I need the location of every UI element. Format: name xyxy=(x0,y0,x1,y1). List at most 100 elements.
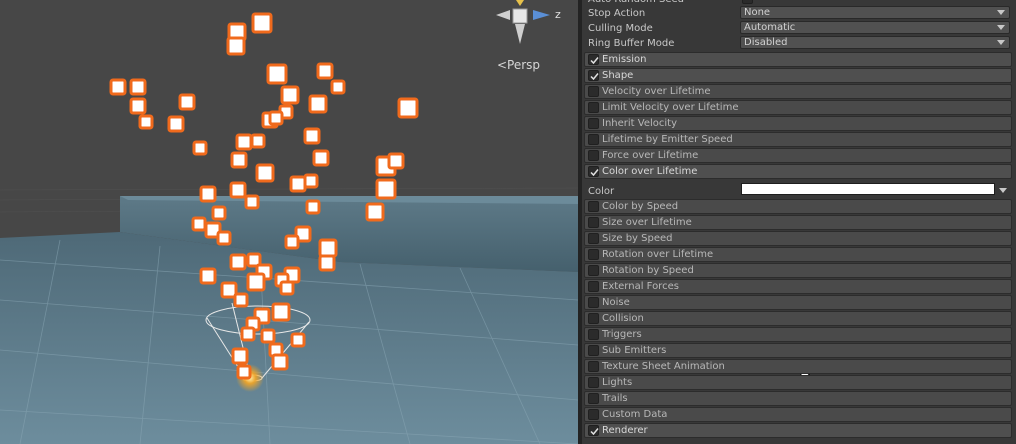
property-checkbox[interactable]: ✓ xyxy=(742,0,753,4)
module-rotation-by-speed[interactable]: Rotation by Speed xyxy=(584,263,1012,278)
module-toggle-checkbox[interactable] xyxy=(588,166,599,177)
dropdown-arrow-icon xyxy=(997,25,1005,30)
particle xyxy=(199,185,217,203)
module-toggle-checkbox[interactable] xyxy=(588,54,599,65)
scene-view[interactable]: z <Persp xyxy=(0,0,578,444)
property-row: Ring Buffer Mode Disabled xyxy=(582,36,1016,51)
gizmo-axis-label: z xyxy=(555,8,561,21)
particle xyxy=(167,115,185,133)
module-toggle-checkbox[interactable] xyxy=(588,118,599,129)
property-row: Stop Action None xyxy=(582,6,1016,21)
module-toggle-checkbox[interactable] xyxy=(588,425,599,436)
particle xyxy=(271,353,289,371)
particle xyxy=(246,272,266,292)
dropdown-arrow-icon[interactable] xyxy=(999,188,1007,193)
module-color-over-lifetime[interactable]: Color over Lifetime xyxy=(584,164,1012,179)
module-collision[interactable]: Collision xyxy=(584,311,1012,326)
module-toggle-checkbox[interactable] xyxy=(588,150,599,161)
particle xyxy=(138,114,154,130)
module-toggle-checkbox[interactable] xyxy=(588,329,599,340)
module-toggle-checkbox[interactable] xyxy=(588,86,599,97)
module-triggers[interactable]: Triggers xyxy=(584,327,1012,342)
color-gradient-swatch[interactable] xyxy=(741,183,995,195)
particle xyxy=(216,230,232,246)
projection-toggle[interactable]: <Persp xyxy=(497,58,540,72)
module-toggle-checkbox[interactable] xyxy=(588,201,599,212)
module-label: Texture Sheet Animation xyxy=(602,361,725,372)
particle xyxy=(318,254,336,272)
particle xyxy=(178,93,196,111)
module-toggle-checkbox[interactable] xyxy=(588,217,599,228)
property-dropdown[interactable]: None xyxy=(740,6,1010,19)
module-toggle-checkbox[interactable] xyxy=(588,297,599,308)
module-shape[interactable]: Shape xyxy=(584,68,1012,83)
module-toggle-checkbox[interactable] xyxy=(588,345,599,356)
module-label: Triggers xyxy=(602,329,642,340)
module-toggle-checkbox[interactable] xyxy=(588,249,599,260)
module-lifetime-by-emitter-speed[interactable]: Lifetime by Emitter Speed xyxy=(584,132,1012,147)
particle xyxy=(308,94,328,114)
module-velocity-over-lifetime[interactable]: Velocity over Lifetime xyxy=(584,84,1012,99)
particle xyxy=(303,173,319,189)
module-toggle-checkbox[interactable] xyxy=(588,70,599,81)
module-toggle-checkbox[interactable] xyxy=(588,377,599,388)
module-toggle-checkbox[interactable] xyxy=(588,313,599,324)
module-inherit-velocity[interactable]: Inherit Velocity xyxy=(584,116,1012,131)
property-dropdown[interactable]: Disabled xyxy=(740,36,1010,49)
checkmark-icon xyxy=(590,428,599,436)
orientation-gizmo-icon[interactable] xyxy=(496,0,550,44)
particle xyxy=(244,194,260,210)
color-label: Color xyxy=(588,186,615,197)
module-texture-sheet-animation[interactable]: Texture Sheet Animation xyxy=(584,359,1012,374)
module-label: Color by Speed xyxy=(602,201,679,212)
dropdown-value: Disabled xyxy=(744,37,788,48)
module-label: Lights xyxy=(602,377,633,388)
property-label: Culling Mode xyxy=(588,23,653,34)
particle xyxy=(236,364,252,380)
module-toggle-checkbox[interactable] xyxy=(588,361,599,372)
module-label: Custom Data xyxy=(602,409,668,420)
particle xyxy=(229,253,247,271)
particle xyxy=(305,199,321,215)
particle xyxy=(229,181,247,199)
module-lights[interactable]: Lights xyxy=(584,375,1012,390)
module-size-over-lifetime[interactable]: Size over Lifetime xyxy=(584,215,1012,230)
property-label: Ring Buffer Mode xyxy=(588,38,675,49)
scene-canvas[interactable] xyxy=(0,0,578,444)
module-label: Rotation over Lifetime xyxy=(602,249,714,260)
module-force-over-lifetime[interactable]: Force over Lifetime xyxy=(584,148,1012,163)
module-emission[interactable]: Emission xyxy=(584,52,1012,67)
particle xyxy=(290,332,306,348)
module-toggle-checkbox[interactable] xyxy=(588,102,599,113)
module-toggle-checkbox[interactable] xyxy=(588,281,599,292)
module-limit-velocity-over-lifetime[interactable]: Limit Velocity over Lifetime xyxy=(584,100,1012,115)
module-external-forces[interactable]: External Forces xyxy=(584,279,1012,294)
module-toggle-checkbox[interactable] xyxy=(588,409,599,420)
particle xyxy=(271,302,291,322)
module-noise[interactable]: Noise xyxy=(584,295,1012,310)
particle xyxy=(316,62,334,80)
particle xyxy=(191,216,207,232)
particle-system-inspector: Auto Random Seed✓Stop ActionNoneCulling … xyxy=(582,0,1016,444)
module-label: Collision xyxy=(602,313,644,324)
module-sub-emitters[interactable]: Sub Emitters xyxy=(584,343,1012,358)
property-dropdown[interactable]: Automatic xyxy=(740,21,1010,34)
module-trails[interactable]: Trails xyxy=(584,391,1012,406)
module-label: Rotation by Speed xyxy=(602,265,694,276)
module-renderer[interactable]: Renderer xyxy=(584,423,1012,438)
module-rotation-over-lifetime[interactable]: Rotation over Lifetime xyxy=(584,247,1012,262)
module-label: Size over Lifetime xyxy=(602,217,692,228)
module-toggle-checkbox[interactable] xyxy=(588,393,599,404)
module-toggle-checkbox[interactable] xyxy=(588,265,599,276)
particle xyxy=(387,152,405,170)
module-toggle-checkbox[interactable] xyxy=(588,233,599,244)
particle xyxy=(109,78,127,96)
module-toggle-checkbox[interactable] xyxy=(588,134,599,145)
module-color-by-speed[interactable]: Color by Speed xyxy=(584,199,1012,214)
checkmark-icon xyxy=(590,57,599,65)
particle xyxy=(266,63,288,85)
module-label: Lifetime by Emitter Speed xyxy=(602,134,733,145)
module-size-by-speed[interactable]: Size by Speed xyxy=(584,231,1012,246)
color-over-lifetime-field: Color xyxy=(582,183,1016,384)
module-custom-data[interactable]: Custom Data xyxy=(584,407,1012,422)
